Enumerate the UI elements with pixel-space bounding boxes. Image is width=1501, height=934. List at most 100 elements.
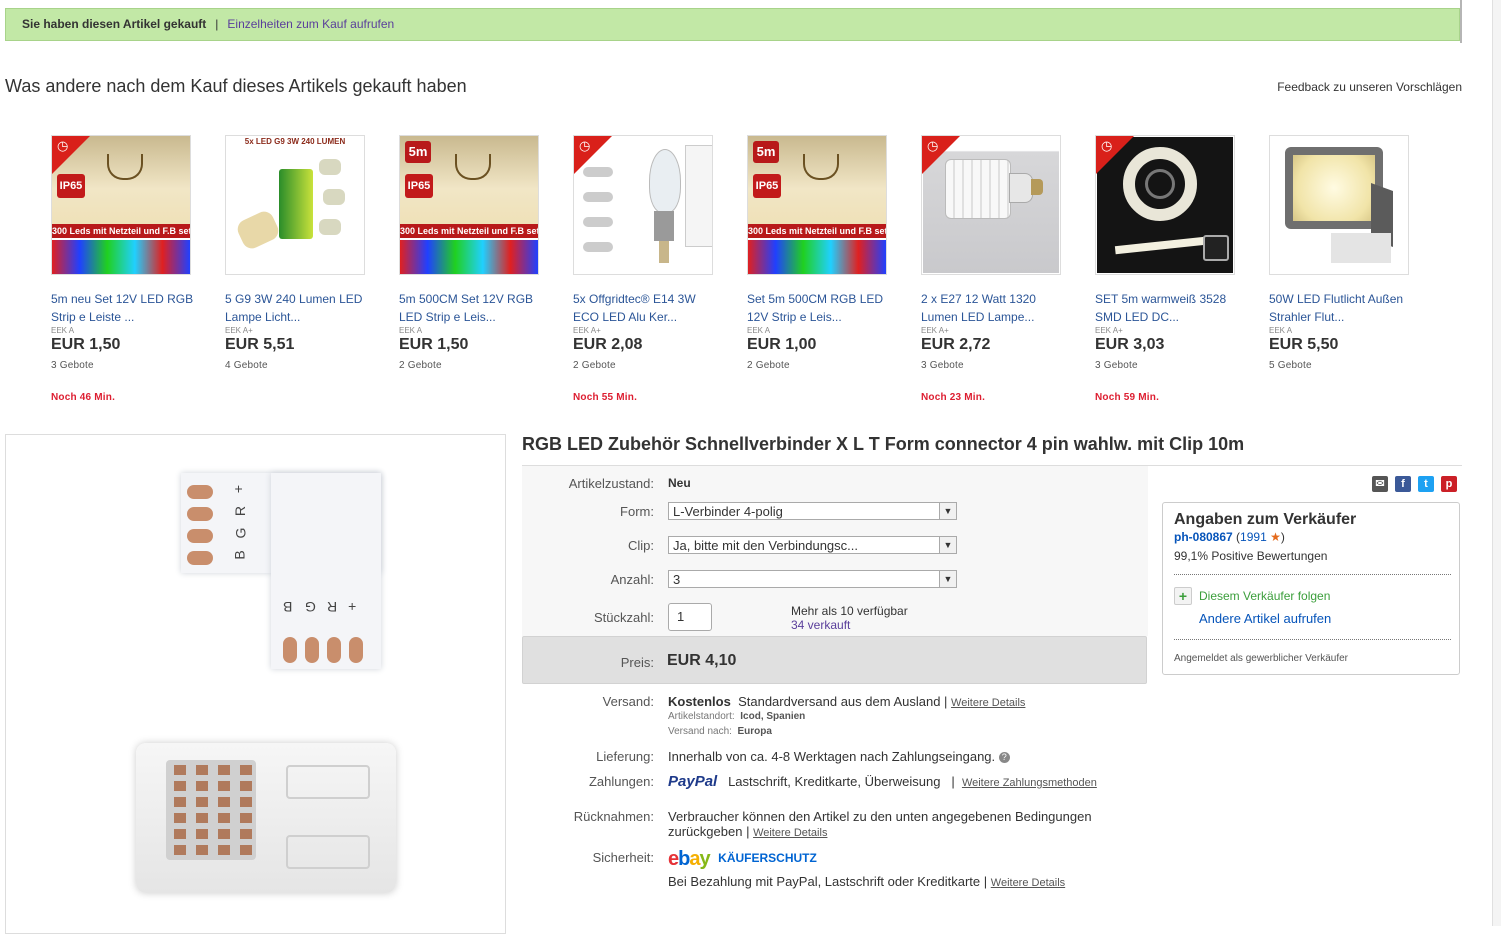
pin-label: G [232, 527, 249, 539]
seller-name[interactable]: ph-080867 (1991 ★) [1174, 530, 1285, 544]
purchase-notice-bar: Sie haben diesen Artikel gekauft | Einzelh… [5, 8, 1460, 41]
reco-thumbnail[interactable]: 5m IP65 300 Leds mit Netzteil und F.B se… [399, 135, 539, 275]
shipping-free: Kostenlos [668, 694, 731, 709]
reco-thumbnail[interactable]: 5x LED G9 3W 240 LUMEN [225, 135, 365, 275]
reco-item[interactable]: ◷ 5x Offgridtec® E14 3W ECO LED Alu Ker.… [573, 135, 723, 403]
reco-bids: 2 Gebote [399, 360, 442, 371]
reco-item[interactable]: IP65 300 Leds mit Netzteil und F.B set ◷… [51, 135, 201, 403]
reco-bids: 2 Gebote [747, 360, 790, 371]
anzahl-select[interactable]: 3 ▼ [668, 570, 957, 588]
clock-icon: ◷ [57, 138, 69, 153]
clip-select[interactable]: Ja, bitte mit den Verbindungsc... ▼ [668, 536, 957, 554]
quantity-label: Stückzahl: [594, 610, 654, 625]
form-select[interactable]: L-Verbinder 4-polig ▼ [668, 502, 957, 520]
reco-bids: 3 Gebote [921, 360, 964, 371]
pin-label: + [348, 599, 357, 615]
seller-feedback: 99,1% Positive Bewertungen [1174, 549, 1328, 563]
returns-label: Rücknahmen: [573, 809, 654, 824]
purchase-notice-separator: | [215, 17, 219, 31]
reco-energy-class: EEK A [747, 326, 771, 335]
reco-thumbnail[interactable]: 5m IP65 300 Leds mit Netzteil und F.B se… [747, 135, 887, 275]
returns-details-link[interactable]: Weitere Details [753, 827, 827, 839]
reco-item[interactable]: ◷ SET 5m warmweiß 3528 SMD LED DC... EEK… [1095, 135, 1245, 403]
twitter-icon[interactable]: t [1418, 476, 1434, 492]
availability-text: Mehr als 10 verfügbar [791, 604, 908, 618]
reco-title[interactable]: 5m neu Set 12V LED RGB Strip e Leiste ..… [51, 290, 201, 326]
clip-label: Clip: [627, 538, 654, 553]
reco-energy-class: EEK A+ [225, 326, 253, 335]
thumb-banner: 5x LED G9 3W 240 LUMEN [244, 137, 346, 146]
price-label: Preis: [620, 655, 654, 670]
length-badge: 5m [405, 141, 431, 163]
plus-icon[interactable]: + [1174, 587, 1192, 605]
mail-icon[interactable]: ✉ [1372, 476, 1388, 492]
reco-item[interactable]: 5m IP65 300 Leds mit Netzteil und F.B se… [747, 135, 897, 371]
pin-label: + [230, 484, 247, 494]
reco-title[interactable]: 5 G9 3W 240 Lumen LED Lampe Licht... [225, 290, 375, 326]
price-value: EUR 4,10 [667, 652, 737, 669]
reco-price: EUR 1,00 [747, 336, 817, 353]
divider [1174, 574, 1451, 575]
paypal-logo: PayPal [668, 773, 718, 790]
reco-bids: 2 Gebote [573, 360, 616, 371]
product-main-image[interactable]: + R G B B G R + [5, 434, 506, 934]
select-arrow-icon: ▼ [939, 537, 956, 553]
reco-time-left: Noch 55 Min. [573, 392, 638, 403]
reco-thumbnail[interactable]: ◷ [921, 135, 1061, 275]
reco-price: EUR 2,08 [573, 336, 643, 353]
purchase-details-link[interactable]: Einzelheiten zum Kauf aufrufen [227, 17, 394, 31]
reco-title[interactable]: 5x Offgridtec® E14 3W ECO LED Alu Ker... [573, 290, 723, 326]
security-text: Bei Bezahlung mit PayPal, Lastschrift od… [668, 874, 1066, 889]
page-scrollbar[interactable] [1492, 0, 1501, 926]
thumb-banner: 300 Leds mit Netzteil und F.B set [52, 224, 190, 238]
clock-icon: ◷ [927, 138, 939, 153]
reco-title[interactable]: 2 x E27 12 Watt 1320 Lumen LED Lampe... [921, 290, 1071, 326]
reco-price: EUR 5,50 [1269, 336, 1339, 353]
reco-time-left: Noch 23 Min. [921, 392, 986, 403]
reco-price: EUR 5,51 [225, 336, 295, 353]
follow-seller-link[interactable]: Diesem Verkäufer folgen [1199, 589, 1330, 603]
security-details-link[interactable]: Weitere Details [991, 877, 1065, 889]
reco-title[interactable]: 5m 500CM Set 12V RGB LED Strip e Leis... [399, 290, 549, 326]
other-items-link[interactable]: Andere Artikel aufrufen [1199, 611, 1331, 626]
reco-title[interactable]: 50W LED Flutlicht Außen Strahler Flut... [1269, 290, 1419, 326]
reco-thumbnail[interactable] [1269, 135, 1409, 275]
reco-thumbnail[interactable]: ◷ [1095, 135, 1235, 275]
reco-energy-class: EEK A+ [573, 326, 601, 335]
shipping-method: Standardversand aus dem Ausland [738, 694, 941, 709]
form-select-value: L-Verbinder 4-polig [673, 504, 783, 519]
reco-item[interactable]: 50W LED Flutlicht Außen Strahler Flut...… [1269, 135, 1419, 371]
bar-edge [1460, 0, 1462, 43]
more-payment-link[interactable]: Weitere Zahlungsmethoden [962, 777, 1097, 789]
facebook-icon[interactable]: f [1395, 476, 1411, 492]
help-icon[interactable]: ? [998, 752, 1010, 764]
reco-item[interactable]: ◷ 2 x E27 12 Watt 1320 Lumen LED Lampe..… [921, 135, 1071, 403]
reco-title[interactable]: SET 5m warmweiß 3528 SMD LED DC... [1095, 290, 1245, 326]
delivery-value: Innerhalb von ca. 4-8 Werktagen nach Zah… [668, 749, 1010, 764]
purchase-notice-text: Sie haben diesen Artikel gekauft [22, 17, 207, 31]
ip-badge: IP65 [753, 174, 781, 198]
reco-price: EUR 1,50 [399, 336, 469, 353]
ip-badge: IP65 [405, 174, 433, 198]
reco-time-left: Noch 59 Min. [1095, 392, 1160, 403]
pin-label: R [327, 599, 338, 615]
recommendations-title: Was andere nach dem Kauf dieses Artikels… [5, 76, 467, 96]
recommendations-feedback-link[interactable]: Feedback zu unseren Vorschlägen [1277, 80, 1462, 94]
returns-value: Verbraucher können den Artikel zu den un… [668, 809, 1092, 839]
condition-label: Artikelzustand: [568, 476, 654, 491]
reco-thumbnail[interactable]: IP65 300 Leds mit Netzteil und F.B set ◷ [51, 135, 191, 275]
reco-item[interactable]: 5m IP65 300 Leds mit Netzteil und F.B se… [399, 135, 549, 371]
sold-link[interactable]: 34 verkauft [791, 618, 850, 632]
select-arrow-icon: ▼ [939, 503, 956, 519]
reco-item[interactable]: 5x LED G9 3W 240 LUMEN 5 G9 3W 240 Lumen… [225, 135, 375, 371]
reco-thumbnail[interactable]: ◷ [573, 135, 713, 275]
pin-label: R [232, 505, 249, 517]
buyer-protection-logo: ebay KÄUFERSCHUTZ [668, 848, 817, 870]
shipping-details-link[interactable]: Weitere Details [951, 697, 1025, 709]
quantity-input[interactable]: 1 [668, 603, 712, 631]
pinterest-icon[interactable]: p [1441, 476, 1457, 492]
pin-label: G [305, 599, 316, 615]
reco-title[interactable]: Set 5m 500CM RGB LED 12V Strip e Leis... [747, 290, 897, 326]
clock-icon: ◷ [1101, 138, 1113, 153]
reco-energy-class: EEK A [399, 326, 423, 335]
